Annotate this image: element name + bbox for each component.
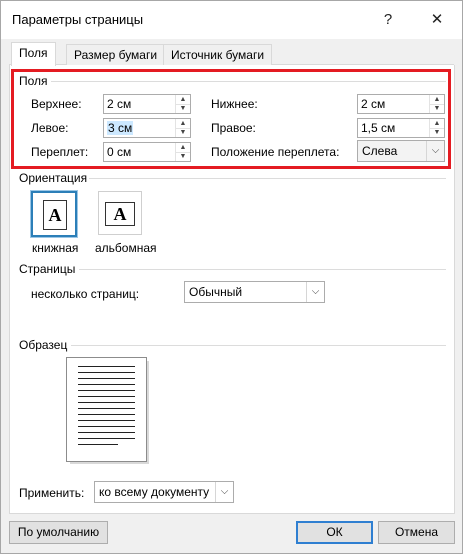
top-margin-value: 2 см: [107, 97, 132, 111]
spin-down-icon[interactable]: ▼: [430, 128, 444, 137]
left-margin-label: Левое:: [31, 121, 69, 135]
preview-text-line: [78, 432, 135, 433]
page-preview: [66, 357, 147, 462]
left-margin-spinner[interactable]: 3 см ▲ ▼: [103, 118, 191, 138]
title-bar: Параметры страницы ? ✕: [1, 1, 462, 39]
preview-text-line: [78, 396, 135, 397]
apply-to-value: ко всему документу: [99, 485, 210, 499]
set-as-default-button[interactable]: По умолчанию: [9, 521, 108, 544]
page-setup-dialog: Параметры страницы ? ✕ Поля Размер бумаг…: [0, 0, 463, 554]
multiple-pages-label: несколько страниц:: [31, 287, 140, 301]
orientation-group-label: Ориентация: [19, 171, 88, 185]
top-margin-label: Верхнее:: [31, 97, 82, 111]
spin-down-icon[interactable]: ▼: [430, 104, 444, 113]
right-margin-value: 1,5 см: [361, 121, 396, 135]
apply-to-label: Применить:: [19, 486, 85, 500]
preview-group-label: Образец: [19, 338, 68, 352]
landscape-page-icon: A: [105, 202, 135, 226]
chevron-down-icon: ⌵: [306, 282, 324, 302]
margins-group-label: Поля: [19, 74, 48, 88]
preview-text-line: [78, 366, 135, 367]
multiple-pages-value: Обычный: [189, 285, 243, 299]
portrait-label: книжная: [32, 241, 79, 255]
preview-text-line: [78, 420, 135, 421]
gutter-value: 0 см: [107, 145, 132, 159]
spin-down-icon[interactable]: ▼: [176, 128, 190, 137]
spin-down-icon[interactable]: ▼: [176, 104, 190, 113]
portrait-page-icon: A: [43, 200, 67, 230]
preview-text-line: [78, 402, 135, 403]
bottom-margin-label: Нижнее:: [211, 97, 258, 111]
apply-to-select[interactable]: ко всему документу ⌵: [94, 481, 234, 503]
portrait-button[interactable]: A: [31, 191, 77, 237]
gutter-spinner[interactable]: 0 см ▲ ▼: [103, 142, 191, 162]
top-margin-spinner[interactable]: 2 см ▲ ▼: [103, 94, 191, 114]
close-button[interactable]: ✕: [419, 1, 455, 39]
chevron-down-icon: ⌵: [215, 482, 233, 502]
pages-group-label: Страницы: [19, 262, 76, 276]
tab-paper-size[interactable]: Размер бумаги: [66, 44, 166, 65]
multiple-pages-select[interactable]: Обычный ⌵: [184, 281, 325, 303]
preview-text-line: [78, 438, 135, 439]
orientation-group-line: [89, 178, 446, 179]
bottom-margin-spinner[interactable]: 2 см ▲ ▼: [357, 94, 445, 114]
margins-group-line: [51, 81, 446, 82]
landscape-label: альбомная: [95, 241, 157, 255]
preview-text-line: [78, 384, 135, 385]
right-margin-label: Правое:: [211, 121, 256, 135]
chevron-down-icon: ⌵: [426, 141, 444, 161]
help-button[interactable]: ?: [370, 1, 406, 39]
left-margin-value: 3 см: [107, 121, 134, 135]
tab-margins[interactable]: Поля: [11, 42, 56, 66]
window-title: Параметры страницы: [12, 12, 144, 27]
pages-group-line: [79, 269, 446, 270]
spin-down-icon[interactable]: ▼: [176, 152, 190, 161]
preview-text-line: [78, 426, 135, 427]
bottom-margin-value: 2 см: [361, 97, 386, 111]
gutter-label: Переплет:: [31, 145, 89, 159]
preview-text-line: [78, 408, 135, 409]
preview-group-line: [71, 345, 446, 346]
preview-text-line: [78, 444, 118, 445]
preview-text-line: [78, 372, 135, 373]
preview-text-line: [78, 378, 135, 379]
gutter-position-label: Положение переплета:: [211, 145, 340, 159]
gutter-position-value: Слева: [362, 144, 398, 158]
right-margin-spinner[interactable]: 1,5 см ▲ ▼: [357, 118, 445, 138]
cancel-button[interactable]: Отмена: [378, 521, 455, 544]
landscape-button[interactable]: A: [98, 191, 142, 235]
preview-text-line: [78, 390, 135, 391]
ok-button[interactable]: ОК: [296, 521, 373, 544]
gutter-position-select[interactable]: Слева ⌵: [357, 140, 445, 162]
tab-paper-source[interactable]: Источник бумаги: [163, 44, 273, 65]
preview-text-line: [78, 414, 135, 415]
